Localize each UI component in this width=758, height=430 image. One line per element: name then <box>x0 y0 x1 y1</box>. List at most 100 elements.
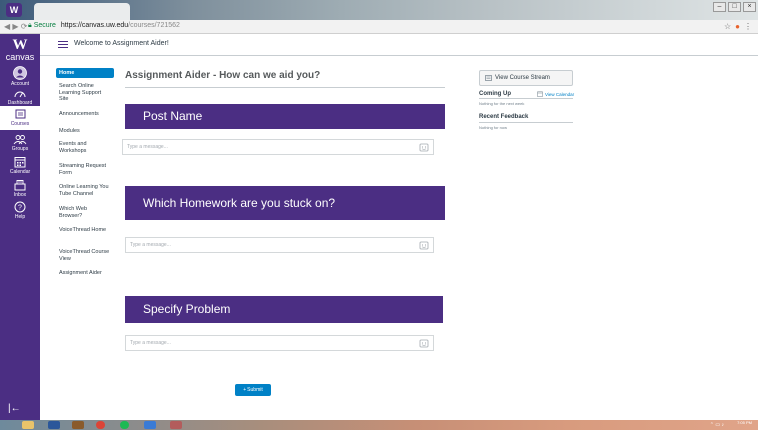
collapse-nav-icon[interactable]: |← <box>8 403 21 414</box>
secure-label: Secure <box>33 22 56 29</box>
recent-feedback-heading: Recent Feedback <box>479 114 529 120</box>
account-icon <box>13 66 27 80</box>
file-explorer-icon[interactable] <box>22 421 34 429</box>
course-nav-events-workshops[interactable]: Events and Workshops <box>56 141 114 154</box>
section-banner-homework: Which Homework are you stuck on? <box>125 186 445 220</box>
global-nav-label: Inbox <box>13 192 27 198</box>
maximize-icon[interactable]: □ <box>728 2 741 12</box>
global-nav-groups[interactable]: Groups <box>0 134 40 152</box>
message-input-specify-problem[interactable]: Type a message... <box>125 335 434 351</box>
stream-button-label: View Course Stream <box>495 75 550 81</box>
section-heading: Specify Problem <box>143 302 231 316</box>
browser-tab-bar: W – □ × <box>0 0 758 20</box>
canvas-wordmark: canvas <box>5 52 35 62</box>
uw-favicon: W <box>6 3 22 17</box>
global-nav-label: Calendar <box>9 169 31 175</box>
title-divider <box>125 87 445 88</box>
stream-icon <box>485 75 492 81</box>
window-controls: – □ × <box>713 2 756 12</box>
browser-tab[interactable] <box>34 3 130 20</box>
global-nav-inbox[interactable]: Inbox <box>0 179 40 198</box>
global-nav-label: Account <box>10 81 30 87</box>
course-nav-search-support[interactable]: Search Online Learning Support Site <box>56 83 114 103</box>
coming-up-empty-text: Nothing for the next week <box>479 101 525 106</box>
section-heading: Post Name <box>143 109 203 123</box>
message-input-post-name[interactable]: Type a message... <box>122 139 434 155</box>
message-input-homework[interactable]: Type a message... <box>125 237 434 253</box>
taskbar-clock[interactable]: 7:05 PM <box>737 420 752 425</box>
groups-icon <box>13 135 27 145</box>
coming-up-divider <box>479 98 573 99</box>
help-icon: ? <box>14 201 26 213</box>
minimize-icon[interactable]: – <box>713 2 726 12</box>
recent-feedback-empty-text: Nothing for now <box>479 125 508 130</box>
global-nav-dashboard[interactable]: Dashboard <box>0 88 40 106</box>
view-calendar-link[interactable]: View Calendar <box>537 91 574 97</box>
submit-label: Submit <box>247 387 263 393</box>
global-nav: W canvas Account Dashboard Courses Group… <box>0 34 40 420</box>
calendar-small-icon <box>537 91 543 97</box>
global-nav-calendar[interactable]: Calendar <box>0 156 40 175</box>
course-nav-assignment-aider[interactable]: Assignment Aider <box>56 270 114 277</box>
extension-icon[interactable]: ● <box>735 22 740 31</box>
recent-feedback-divider <box>479 122 573 123</box>
submit-button[interactable]: + Submit <box>235 384 271 396</box>
app-icon[interactable] <box>72 421 84 429</box>
course-nav-home[interactable]: Home <box>56 68 114 78</box>
course-title[interactable]: Welcome to Assignment Aider! <box>74 40 169 47</box>
course-nav-streaming-request[interactable]: Streaming Request Form <box>56 163 114 176</box>
course-nav-announcements[interactable]: Announcements <box>56 111 114 118</box>
dashboard-icon <box>14 91 26 98</box>
page-title: Assignment Aider - How can we aid you? <box>125 70 321 81</box>
section-banner-post-name: Post Name <box>125 104 445 129</box>
uw-logo-mark: W <box>12 37 28 53</box>
emoji-picker-icon[interactable] <box>419 240 429 250</box>
course-nav-voicethread-home[interactable]: VoiceThread Home <box>56 227 114 234</box>
course-nav-youtube-channel[interactable]: Online Learning You Tube Channel <box>56 184 114 197</box>
global-nav-account[interactable]: Account <box>0 66 40 87</box>
url-path: /courses/721562 <box>128 22 180 29</box>
global-nav-help[interactable]: ? Help <box>0 201 40 220</box>
course-nav-web-browser[interactable]: Which Web Browser? <box>56 206 114 219</box>
view-calendar-label: View Calendar <box>545 91 575 97</box>
star-icon[interactable]: ☆ <box>724 22 731 31</box>
word-icon[interactable] <box>48 421 60 429</box>
close-icon[interactable]: × <box>743 2 756 12</box>
lock-icon: 🔒︎ <box>28 22 32 29</box>
course-nav-voicethread-course[interactable]: VoiceThread Course View <box>56 249 114 262</box>
app-icon-2[interactable] <box>144 421 156 429</box>
view-course-stream-button[interactable]: View Course Stream <box>479 70 573 86</box>
app-icon-3[interactable] <box>170 421 182 429</box>
inbox-icon <box>14 180 26 191</box>
message-placeholder: Type a message... <box>127 144 168 150</box>
section-heading: Which Homework are you stuck on? <box>143 196 336 210</box>
global-nav-label: Courses <box>10 121 30 127</box>
address-bar[interactable]: ◀ ▶ ⟳ 🔒︎ Secure https://canvas.uw.edu/co… <box>0 20 758 34</box>
courses-icon <box>15 109 25 119</box>
coming-up-heading: Coming Up <box>479 91 511 97</box>
section-banner-specify-problem: Specify Problem <box>125 296 443 323</box>
url-text[interactable]: 🔒︎ Secure https://canvas.uw.edu/courses/… <box>28 22 180 30</box>
back-forward-icons[interactable]: ◀ ▶ ⟳ <box>4 22 27 31</box>
spotify-icon[interactable] <box>120 421 129 429</box>
browser-extensions: ☆ ● ⋮ <box>724 22 752 31</box>
canvas-logo[interactable]: W canvas <box>0 37 40 63</box>
global-nav-label: Help <box>14 214 26 220</box>
menu-dots-icon[interactable]: ⋮ <box>744 22 752 31</box>
chrome-icon[interactable] <box>96 421 105 429</box>
message-placeholder: Type a message... <box>130 340 171 346</box>
global-nav-label: Groups <box>11 146 29 152</box>
os-taskbar: ⌃ ▭ ♪ 7:05 PM <box>0 420 758 430</box>
emoji-picker-icon[interactable] <box>419 142 429 152</box>
message-placeholder: Type a message... <box>130 242 171 248</box>
calendar-icon <box>14 157 26 168</box>
hamburger-menu-icon[interactable] <box>58 41 68 50</box>
emoji-picker-icon[interactable] <box>419 338 429 348</box>
plus-icon: + <box>243 387 247 393</box>
global-nav-courses[interactable]: Courses <box>0 106 40 130</box>
course-header: Welcome to Assignment Aider! <box>40 34 758 56</box>
course-nav-modules[interactable]: Modules <box>56 128 114 135</box>
url-host: https://canvas.uw.edu <box>60 22 129 29</box>
svg-text:?: ? <box>18 205 22 212</box>
system-tray-icons[interactable]: ⌃ ▭ ♪ <box>710 422 724 428</box>
